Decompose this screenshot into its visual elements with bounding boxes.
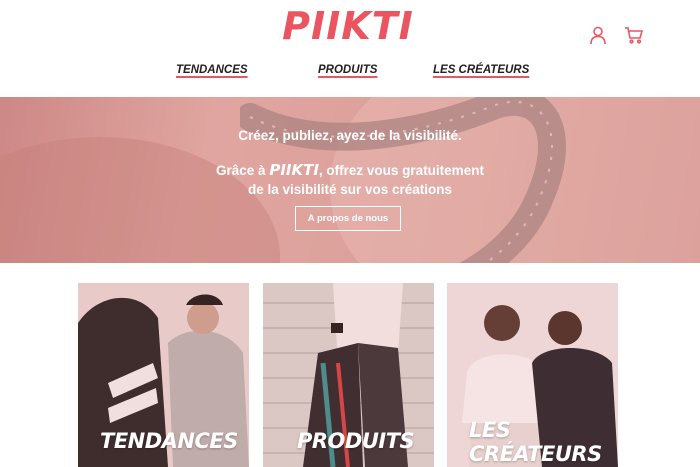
- about-us-button[interactable]: A propos de nous: [295, 206, 401, 231]
- nav-item-produits[interactable]: PRODUITS: [318, 64, 377, 76]
- hero-description: Grâce à PIIKTI, offrez vous gratuitement…: [0, 161, 700, 199]
- header-icons: [587, 24, 645, 46]
- card-label-tendances: TENDANCES: [100, 429, 238, 453]
- hero-text-suffix: , offrez vous gratuitement: [318, 163, 484, 178]
- nav-item-tendances[interactable]: TENDANCES: [176, 64, 248, 76]
- hero-text-prefix: Grâce à: [216, 163, 270, 178]
- nav-item-createurs[interactable]: LES CRÉATEURS: [433, 64, 529, 76]
- hero-brand-name: PIIKTI: [269, 161, 319, 179]
- hero-headline: Créez, publiez, ayez de la visibilité.: [238, 128, 462, 143]
- card-label-createurs: LES CRÉATEURS: [469, 418, 602, 466]
- site-header: PIIKTI TENDANCES PRODUITS LES CRÉATEURS: [0, 0, 700, 97]
- cart-icon[interactable]: [623, 24, 645, 46]
- card-label-produits: PRODUITS: [297, 429, 415, 453]
- main-nav: TENDANCES PRODUITS LES CRÉATEURS: [0, 62, 700, 86]
- hero-text-line3: de la visibilité sur vos créations: [247, 182, 453, 197]
- hero-banner: Créez, publiez, ayez de la visibilité. G…: [0, 97, 700, 263]
- category-card-produits[interactable]: PRODUITS: [263, 283, 434, 467]
- category-card-createurs[interactable]: LES CRÉATEURS: [447, 283, 618, 467]
- piikti-logo[interactable]: PIIKTI: [278, 4, 418, 48]
- user-icon[interactable]: [587, 24, 609, 46]
- category-card-tendances[interactable]: TENDANCES: [78, 283, 249, 467]
